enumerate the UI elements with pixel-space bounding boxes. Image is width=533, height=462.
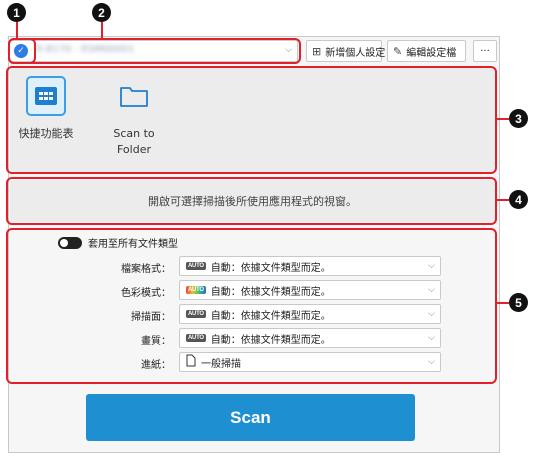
callout-1: 1: [7, 3, 26, 22]
leader-line-4: [497, 199, 509, 201]
leader-line-5: [497, 302, 509, 304]
edit-profile-label: 編輯設定檔: [406, 47, 457, 59]
leader-line-1: [16, 22, 18, 39]
edit-profile-button[interactable]: ✎ 編輯設定檔: [387, 40, 466, 62]
more-icon: ···: [480, 45, 490, 57]
new-profile-label: 新增個人設定: [325, 47, 386, 59]
callout-2: 2: [92, 3, 111, 22]
callout-5: 5: [509, 293, 528, 312]
add-box-icon: ⊞: [312, 44, 322, 58]
scan-button[interactable]: Scan: [86, 394, 415, 441]
more-button[interactable]: ···: [473, 40, 497, 62]
callout-3: 3: [509, 109, 528, 128]
leader-line-2: [101, 22, 103, 39]
callout-box-3: [6, 66, 497, 174]
callout-4: 4: [509, 190, 528, 209]
callout-box-5: [6, 228, 497, 384]
edit-icon: ✎: [393, 44, 403, 58]
new-profile-button[interactable]: ⊞ 新增個人設定: [306, 40, 386, 62]
leader-line-3: [497, 118, 509, 120]
callout-box-4: [6, 177, 497, 225]
callout-box-2: [8, 38, 301, 64]
